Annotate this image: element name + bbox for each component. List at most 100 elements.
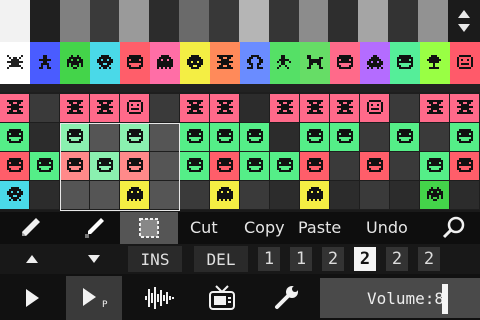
grid-cell[interactable] xyxy=(300,181,329,209)
delete-button[interactable]: DEL xyxy=(194,246,248,272)
grid-cell[interactable] xyxy=(210,181,239,209)
grid-cell[interactable] xyxy=(60,152,89,180)
copy-button[interactable]: Copy xyxy=(244,214,285,242)
pencil-tool[interactable] xyxy=(14,212,46,244)
palette-sprite[interactable] xyxy=(150,42,180,84)
pattern-column[interactable] xyxy=(328,0,359,42)
grid-cell[interactable] xyxy=(120,123,149,151)
pattern-column[interactable] xyxy=(298,0,329,42)
palette-sprite[interactable] xyxy=(180,42,210,84)
grid-cell[interactable] xyxy=(300,152,329,180)
grid-cell[interactable] xyxy=(390,181,419,209)
grid-cell[interactable] xyxy=(420,181,449,209)
grid-cell[interactable] xyxy=(270,152,299,180)
grid-cell[interactable] xyxy=(180,181,209,209)
grid-cell[interactable] xyxy=(0,123,29,151)
grid-cell[interactable] xyxy=(210,94,239,122)
palette-sprite[interactable] xyxy=(450,42,480,84)
palette-sprite[interactable] xyxy=(90,42,120,84)
pattern-column[interactable] xyxy=(89,0,120,42)
grid-cell[interactable] xyxy=(30,181,59,209)
play-button[interactable] xyxy=(12,276,52,320)
speed-option[interactable]: 2 xyxy=(354,247,376,271)
palette-sprite[interactable] xyxy=(420,42,450,84)
screen-button[interactable] xyxy=(202,276,242,320)
grid-cell[interactable] xyxy=(120,152,149,180)
grid-cell[interactable] xyxy=(240,181,269,209)
grid-cell[interactable] xyxy=(450,123,479,151)
pattern-column[interactable] xyxy=(238,0,269,42)
grid-cell[interactable] xyxy=(30,123,59,151)
pattern-column[interactable] xyxy=(179,0,210,42)
speed-option[interactable]: 1 xyxy=(290,247,312,271)
grid-cell[interactable] xyxy=(450,152,479,180)
grid-cell[interactable] xyxy=(150,152,179,180)
select-tool[interactable] xyxy=(120,212,178,244)
pattern-column[interactable] xyxy=(119,0,150,42)
pattern-column[interactable] xyxy=(29,0,60,42)
palette-sprite[interactable] xyxy=(360,42,390,84)
pattern-column[interactable] xyxy=(209,0,239,42)
grid-cell[interactable] xyxy=(240,152,269,180)
undo-button[interactable]: Undo xyxy=(366,214,408,242)
settings-button[interactable] xyxy=(266,276,306,320)
grid-cell[interactable] xyxy=(210,123,239,151)
grid-cell[interactable] xyxy=(30,94,59,122)
play-pattern-button[interactable]: P xyxy=(66,276,122,320)
palette-sprite[interactable] xyxy=(300,42,330,84)
grid-cell[interactable] xyxy=(150,94,179,122)
grid-cell[interactable] xyxy=(240,94,269,122)
grid-cell[interactable] xyxy=(60,94,89,122)
grid-cell[interactable] xyxy=(60,123,89,151)
grid-cell[interactable] xyxy=(90,123,119,151)
grid-cell[interactable] xyxy=(450,181,479,209)
grid-cell[interactable] xyxy=(330,181,359,209)
grid-cell[interactable] xyxy=(360,94,389,122)
palette-sprite[interactable] xyxy=(390,42,420,84)
grid-cell[interactable] xyxy=(420,94,449,122)
grid-cell[interactable] xyxy=(210,152,239,180)
palette-sprite[interactable] xyxy=(330,42,360,84)
palette-sprite[interactable] xyxy=(30,42,60,84)
speed-option[interactable]: 2 xyxy=(322,247,344,271)
grid-cell[interactable] xyxy=(270,181,299,209)
eyedropper-tool[interactable] xyxy=(78,212,110,244)
pattern-column[interactable] xyxy=(0,0,30,42)
grid-cell[interactable] xyxy=(390,152,419,180)
grid-cell[interactable] xyxy=(300,123,329,151)
grid-cell[interactable] xyxy=(120,181,149,209)
grid-cell[interactable] xyxy=(360,123,389,151)
palette-sprite[interactable] xyxy=(0,42,30,84)
grid-cell[interactable] xyxy=(90,94,119,122)
grid-cell[interactable] xyxy=(420,123,449,151)
palette-sprite[interactable] xyxy=(60,42,90,84)
grid-cell[interactable] xyxy=(90,152,119,180)
pattern-column[interactable] xyxy=(59,0,90,42)
search-tool[interactable] xyxy=(438,212,470,244)
move-down-button[interactable] xyxy=(76,246,112,272)
grid-cell[interactable] xyxy=(330,94,359,122)
palette-sprite[interactable] xyxy=(120,42,150,84)
grid-cell[interactable] xyxy=(0,181,29,209)
pattern-column[interactable] xyxy=(149,0,180,42)
grid-cell[interactable] xyxy=(390,94,419,122)
grid-cell[interactable] xyxy=(300,94,329,122)
grid-cell[interactable] xyxy=(90,181,119,209)
pattern-column[interactable] xyxy=(268,0,299,42)
speed-option[interactable]: 2 xyxy=(418,247,440,271)
grid-cell[interactable] xyxy=(0,152,29,180)
palette-sprite[interactable] xyxy=(210,42,240,84)
cut-button[interactable]: Cut xyxy=(190,214,218,242)
palette-sprite[interactable] xyxy=(270,42,300,84)
speed-option[interactable]: 1 xyxy=(258,247,280,271)
pattern-column[interactable] xyxy=(388,0,419,42)
speed-option[interactable]: 2 xyxy=(386,247,408,271)
pattern-column[interactable] xyxy=(418,0,448,42)
grid-cell[interactable] xyxy=(330,123,359,151)
palette-sprite[interactable] xyxy=(240,42,270,84)
grid-cell[interactable] xyxy=(270,123,299,151)
grid-cell[interactable] xyxy=(360,181,389,209)
wave-button[interactable] xyxy=(140,276,180,320)
grid-cell[interactable] xyxy=(0,94,29,122)
grid-cell[interactable] xyxy=(180,94,209,122)
